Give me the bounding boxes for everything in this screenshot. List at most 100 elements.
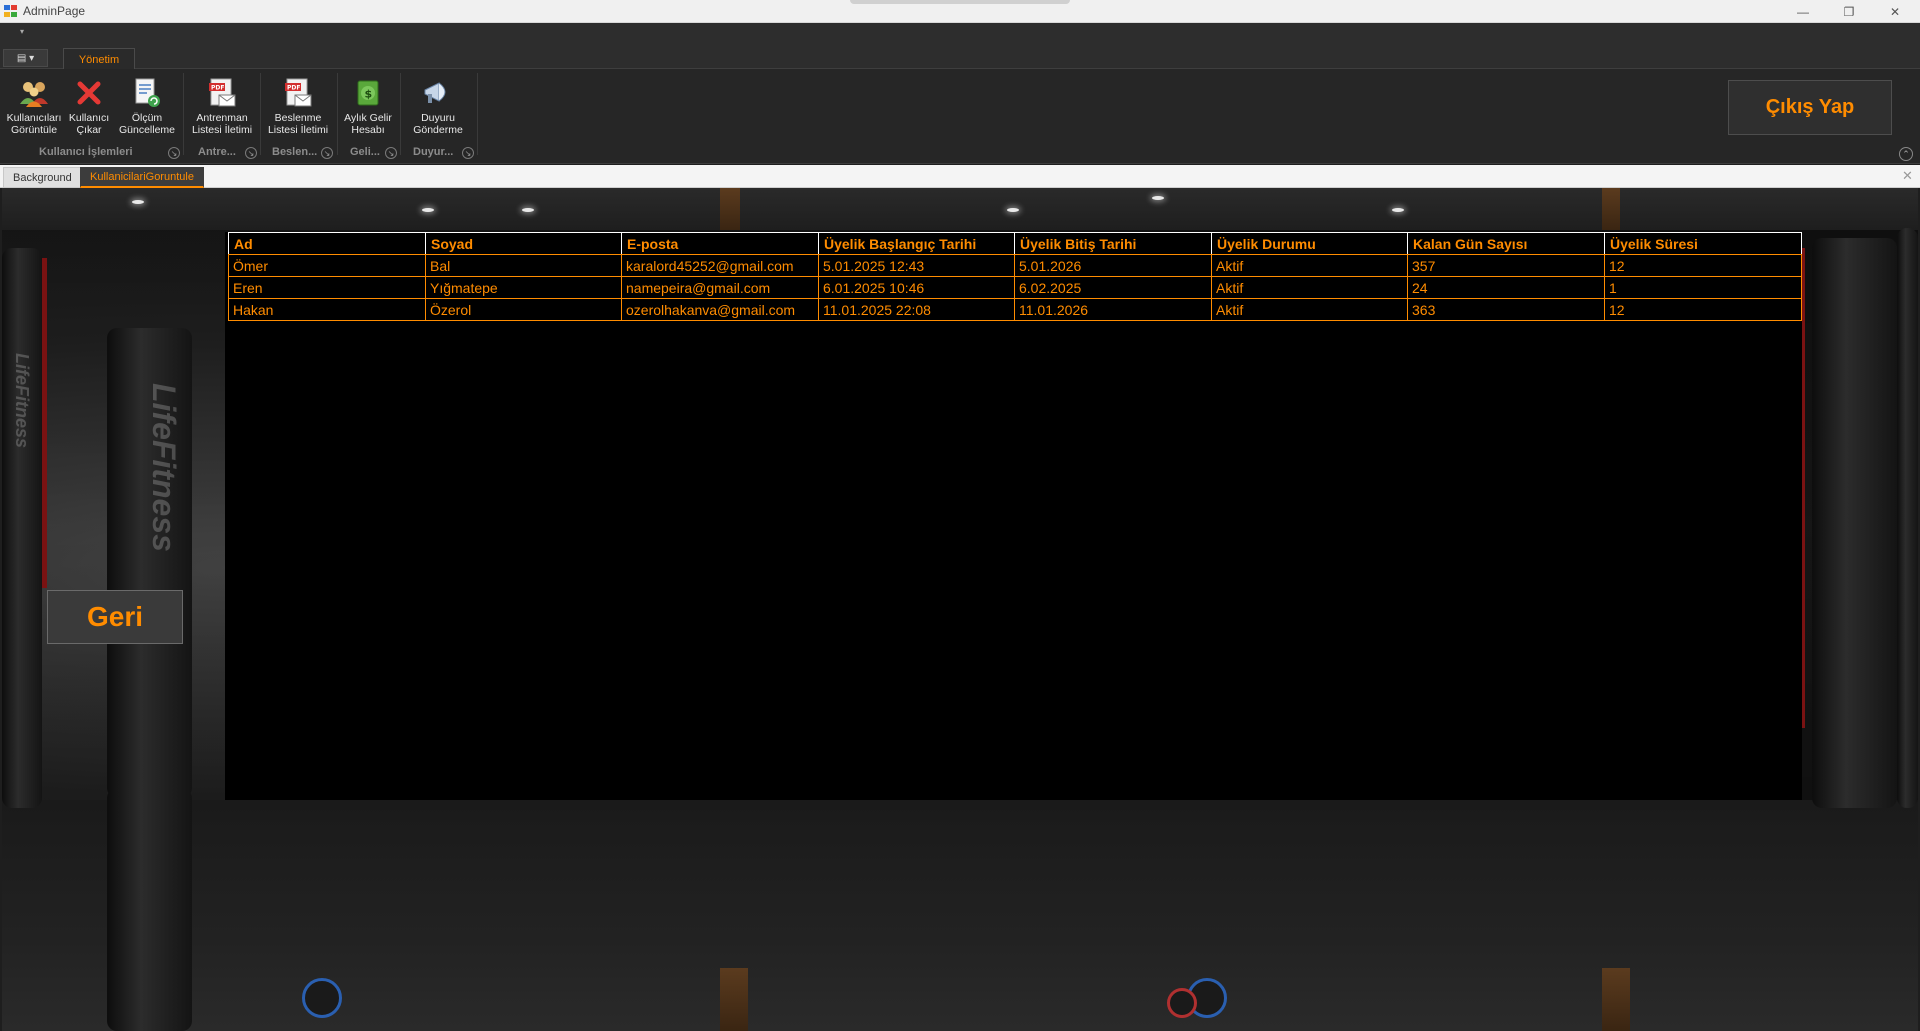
nutrition-list-send-button[interactable]: PDF Beslenme Listesi İletimi — [264, 73, 332, 141]
content-area: LifeFitness LifeFitness Geri Ad Soyad E-… — [2, 188, 1918, 1031]
ribbon-separator — [337, 73, 338, 155]
table-cell[interactable]: 11.01.2026 — [1014, 298, 1212, 321]
group-label-income: Geli... — [350, 146, 380, 158]
table-cell[interactable]: Yığmatepe — [425, 276, 622, 299]
table-row[interactable]: Ömer Bal karalord45252@gmail.com 5.01.20… — [228, 254, 1802, 277]
close-doc-icon[interactable]: ✕ — [1902, 168, 1913, 184]
column-header[interactable]: Üyelik Durumu — [1211, 232, 1408, 255]
column-header[interactable]: Kalan Gün Sayısı — [1407, 232, 1605, 255]
column-header[interactable]: Ad — [228, 232, 426, 255]
ribbon-separator — [260, 73, 261, 155]
send-announcement-label-2: Gönderme — [413, 124, 463, 136]
table-cell[interactable]: 363 — [1407, 298, 1605, 321]
column-header[interactable]: Üyelik Süresi — [1604, 232, 1802, 255]
group-launcher-icon[interactable]: ↘ — [245, 147, 257, 159]
group-launcher-icon[interactable]: ↘ — [462, 147, 474, 159]
tab-yonetim[interactable]: Yönetim — [63, 48, 135, 70]
table-cell[interactable]: karalord45252@gmail.com — [621, 254, 819, 277]
users-table: Ad Soyad E-posta Üyelik Başlangıç Tarihi… — [228, 232, 1802, 321]
table-cell[interactable]: 6.01.2025 10:46 — [818, 276, 1015, 299]
red-x-icon — [72, 76, 106, 110]
table-cell[interactable]: Aktif — [1211, 276, 1408, 299]
table-row[interactable]: Eren Yığmatepe namepeira@gmail.com 6.01.… — [228, 276, 1802, 299]
window-titlebar: AdminPage — ❐ ✕ — [0, 0, 1920, 23]
money-icon: $ — [351, 76, 385, 110]
group-launcher-icon[interactable]: ↘ — [321, 147, 333, 159]
table-cell[interactable]: 5.01.2026 — [1014, 254, 1212, 277]
group-label-user-ops: Kullanıcı İşlemleri — [39, 146, 133, 158]
table-cell[interactable]: Aktif — [1211, 254, 1408, 277]
quick-access-toolbar: ▾ — [0, 23, 1920, 43]
brand-watermark: LifeFitness — [146, 383, 182, 552]
measurement-update-label-1: Ölçüm — [131, 112, 163, 124]
doc-tab-background[interactable]: Background — [3, 167, 82, 188]
table-cell[interactable]: 357 — [1407, 254, 1605, 277]
app-menu-button[interactable]: ▤ ▾ — [3, 49, 48, 67]
column-header[interactable]: E-posta — [621, 232, 819, 255]
table-cell[interactable]: 11.01.2025 22:08 — [818, 298, 1015, 321]
remove-user-label-1: Kullanıcı — [68, 112, 110, 124]
svg-text:PDF: PDF — [211, 85, 224, 92]
column-header[interactable]: Üyelik Bitiş Tarihi — [1014, 232, 1212, 255]
users-data-grid[interactable]: Ad Soyad E-posta Üyelik Başlangıç Tarihi… — [225, 232, 1802, 800]
table-header-row: Ad Soyad E-posta Üyelik Başlangıç Tarihi… — [228, 232, 1802, 255]
send-announcement-label-1: Duyuru — [421, 112, 455, 124]
users-icon — [17, 76, 51, 110]
nutrition-list-label-2: Listesi İletimi — [267, 124, 329, 136]
ribbon-separator — [183, 73, 184, 155]
ribbon-panel: Kullanıcıları Görüntüle Kullanıcı Çıkar … — [0, 69, 1920, 164]
training-list-label-2: Listesi İletimi — [191, 124, 253, 136]
table-cell[interactable]: 6.02.2025 — [1014, 276, 1212, 299]
view-users-label-2: Görüntüle — [10, 124, 58, 136]
table-cell[interactable]: Ömer — [228, 254, 426, 277]
document-tab-strip: Background KullanicilariGoruntule ✕ — [0, 165, 1920, 188]
remove-user-button[interactable]: Kullanıcı Çıkar — [66, 73, 112, 141]
logout-button[interactable]: Çıkış Yap — [1728, 80, 1892, 135]
table-row[interactable]: Hakan Özerol ozerolhakanva@gmail.com 11.… — [228, 298, 1802, 321]
background-floor — [2, 800, 1918, 1031]
measurement-update-button[interactable]: Ölçüm Güncelleme — [116, 73, 178, 141]
ribbon-tab-bar: ▤ ▾ Yönetim — [0, 43, 1920, 70]
table-cell[interactable]: Özerol — [425, 298, 622, 321]
group-launcher-icon[interactable]: ↘ — [385, 147, 397, 159]
view-users-label-1: Kullanıcıları — [6, 112, 62, 124]
table-cell[interactable]: 12 — [1604, 254, 1802, 277]
table-cell[interactable]: 5.01.2025 12:43 — [818, 254, 1015, 277]
group-label-announce: Duyur... — [413, 146, 454, 158]
table-cell[interactable]: Eren — [228, 276, 426, 299]
svg-text:$: $ — [365, 88, 373, 101]
remove-user-label-2: Çıkar — [76, 124, 102, 136]
close-window-button[interactable]: ✕ — [1872, 0, 1918, 23]
qat-customize-icon[interactable]: ▾ — [20, 27, 24, 36]
table-cell[interactable]: Bal — [425, 254, 622, 277]
collapse-ribbon-icon[interactable]: ⌃ — [1899, 147, 1913, 161]
table-cell[interactable]: namepeira@gmail.com — [621, 276, 819, 299]
send-announcement-button[interactable]: Duyuru Gönderme — [404, 73, 472, 141]
app-icon — [4, 5, 17, 17]
table-cell[interactable]: 1 — [1604, 276, 1802, 299]
table-cell[interactable]: 24 — [1407, 276, 1605, 299]
view-users-button[interactable]: Kullanıcıları Görüntüle — [4, 73, 64, 141]
minimize-button[interactable]: — — [1780, 0, 1826, 23]
training-list-send-button[interactable]: PDF Antrenman Listesi İletimi — [188, 73, 256, 141]
document-refresh-icon — [130, 76, 164, 110]
table-cell[interactable]: 12 — [1604, 298, 1802, 321]
measurement-update-label-2: Güncelleme — [118, 124, 176, 136]
monthly-income-label-2: Hesabı — [351, 124, 385, 136]
table-cell[interactable]: Hakan — [228, 298, 426, 321]
group-label-training: Antre... — [198, 146, 236, 158]
window-title: AdminPage — [23, 4, 86, 18]
column-header[interactable]: Üyelik Başlangıç Tarihi — [818, 232, 1015, 255]
back-button[interactable]: Geri — [47, 590, 183, 644]
restore-button[interactable]: ❐ — [1826, 0, 1872, 23]
group-launcher-icon[interactable]: ↘ — [168, 147, 180, 159]
doc-tab-users-view[interactable]: KullanicilariGoruntule — [80, 167, 204, 188]
column-header[interactable]: Soyad — [425, 232, 622, 255]
table-cell[interactable]: ozerolhakanva@gmail.com — [621, 298, 819, 321]
megaphone-icon — [421, 76, 455, 110]
monthly-income-button[interactable]: $ Aylık Gelir Hesabı — [341, 73, 395, 141]
table-cell[interactable]: Aktif — [1211, 298, 1408, 321]
svg-text:PDF: PDF — [287, 85, 300, 92]
nutrition-list-label-1: Beslenme — [274, 112, 322, 124]
monthly-income-label-1: Aylık Gelir — [344, 112, 392, 124]
